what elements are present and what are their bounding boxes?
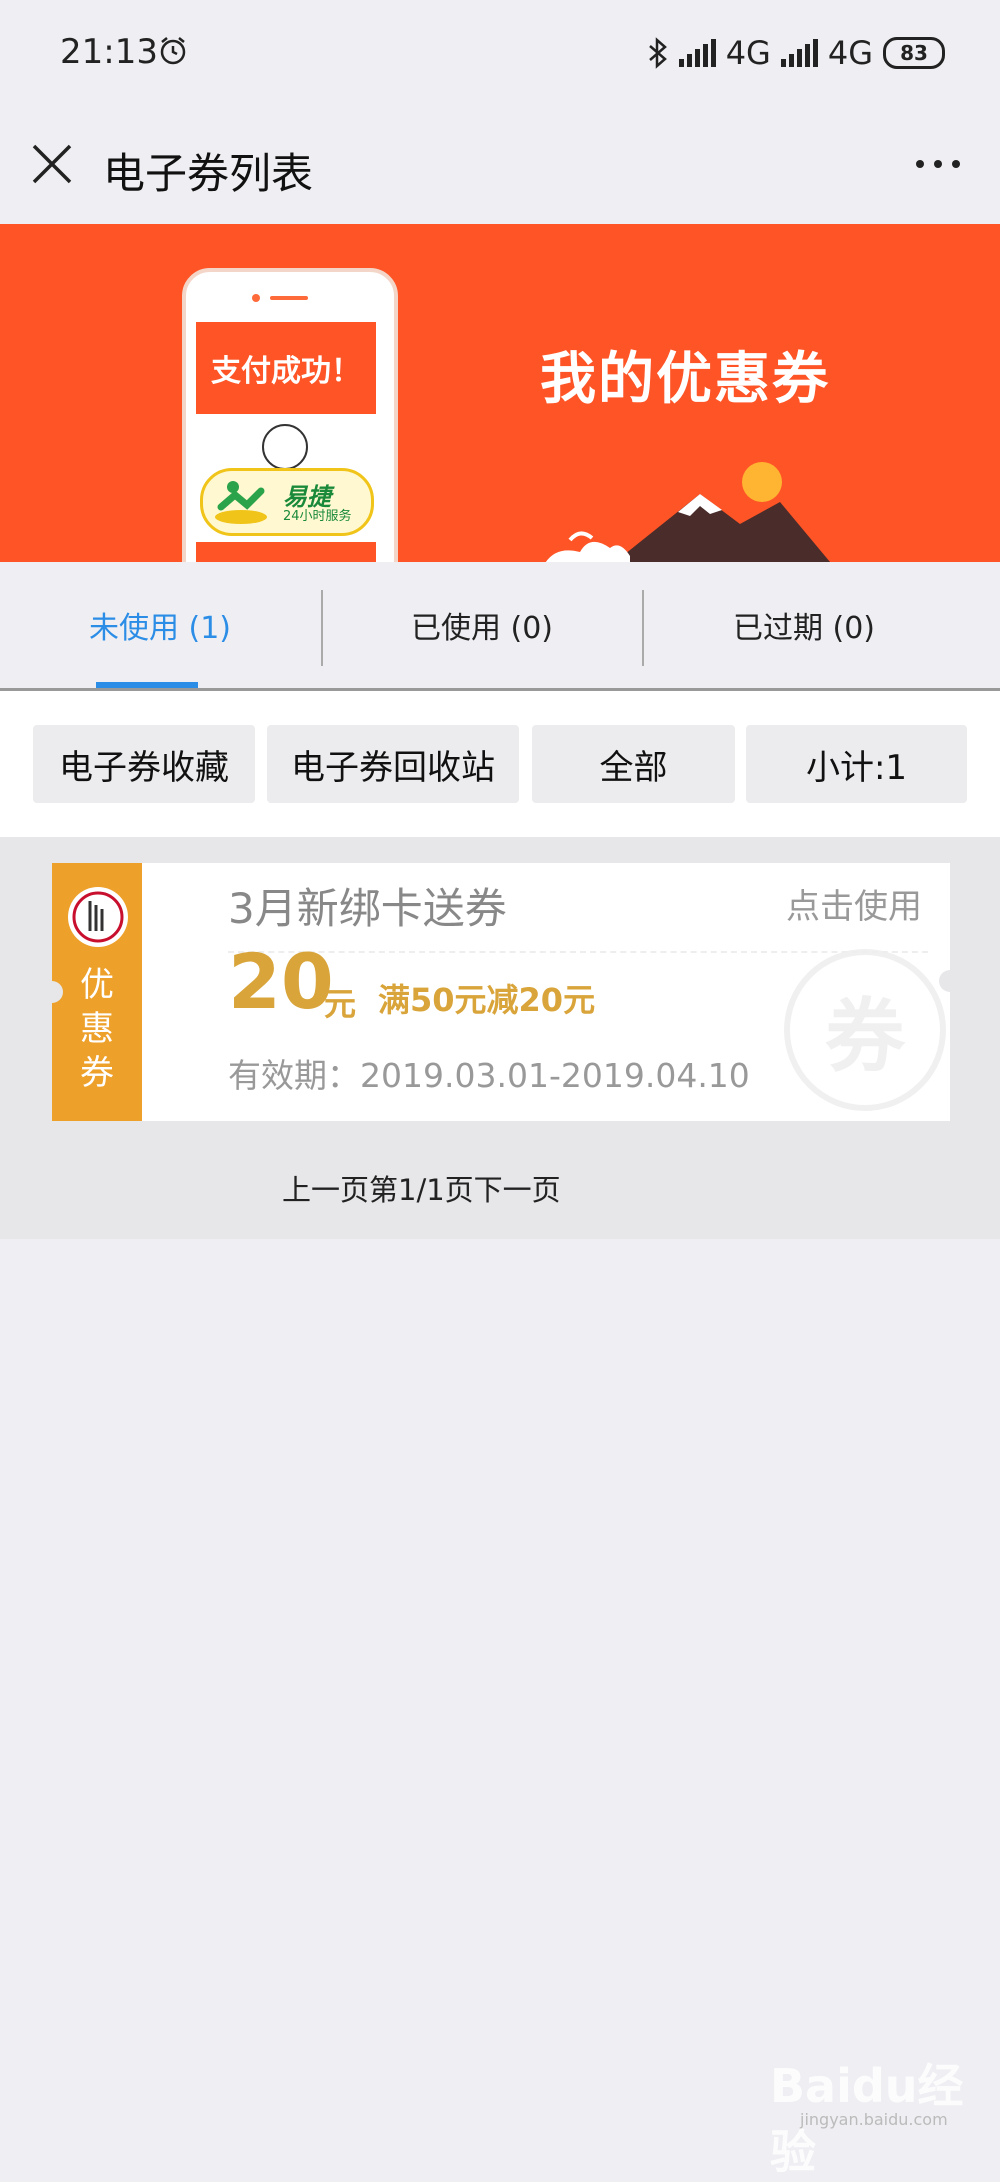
- coupon-title: 3月新绑卡送券: [228, 884, 507, 933]
- status-time: 21:13: [60, 32, 158, 72]
- tab-unused[interactable]: 未使用 (1): [0, 562, 320, 688]
- bluetooth-icon: [648, 37, 667, 69]
- brand-sub: 24小时服务: [283, 509, 352, 524]
- runner-icon: [215, 481, 267, 524]
- close-icon[interactable]: [30, 142, 74, 186]
- page-title: 电子券列表: [103, 149, 314, 198]
- banner-title: 我的优惠券: [540, 347, 830, 412]
- easyjoy-logo: 易捷 24小时服务: [200, 468, 374, 536]
- phone-illustration: 支付成功！ 易捷 24小时服务: [182, 268, 398, 562]
- active-tab-indicator: [96, 682, 198, 688]
- signal-icon-2: [780, 39, 818, 67]
- coupon-tabs: 未使用 (1) 已使用 (0) 已过期 (0): [0, 562, 1000, 691]
- status-bar: 21:13 4G 4G 83: [0, 0, 1000, 110]
- signal-icon: [678, 39, 716, 67]
- more-icon[interactable]: [916, 160, 960, 168]
- coupon-side-label: 优惠券: [80, 965, 114, 1093]
- mountain-illustration: [545, 462, 830, 562]
- coupon-unit: 元: [324, 985, 357, 1023]
- sinopec-logo-icon: [262, 424, 308, 470]
- battery-icon: 83: [883, 37, 945, 69]
- promo-banner: 支付成功！ 易捷 24小时服务 我的优惠券: [0, 224, 1000, 562]
- tab-used[interactable]: 已使用 (0): [322, 562, 642, 688]
- status-right: 4G 4G 83: [647, 34, 945, 72]
- coupon-recycle-button[interactable]: 电子券回收站: [267, 725, 519, 803]
- coupon-rule: 满50元减20元: [378, 981, 596, 1019]
- nav-bar: 电子券列表: [0, 110, 1000, 224]
- coupon-stamp-icon: 券: [784, 949, 946, 1111]
- coupon-card[interactable]: 优惠券 券 3月新绑卡送券 点击使用 20 元 满50元减20元 有效期：201…: [41, 863, 961, 1121]
- tab-expired[interactable]: 已过期 (0): [644, 562, 964, 688]
- pagination[interactable]: 上一页第1/1页下一页: [282, 1167, 561, 1209]
- coupon-notch: [41, 981, 63, 1003]
- network-label-1: 4G: [725, 34, 771, 72]
- all-filter-button[interactable]: 全部: [532, 725, 735, 803]
- filter-bar: 电子券收藏 电子券回收站 全部 小计:1: [0, 691, 1000, 837]
- coupon-amount: 20: [228, 937, 334, 1026]
- network-label-2: 4G: [827, 34, 873, 72]
- subtotal-label: 小计:1: [746, 725, 967, 803]
- pay-success-label: 支付成功！: [196, 322, 376, 414]
- baidu-watermark-url: jingyan.baidu.com: [800, 2110, 948, 2129]
- alarm-icon: [160, 37, 186, 65]
- use-coupon-link[interactable]: 点击使用: [786, 879, 922, 928]
- coupon-favorites-button[interactable]: 电子券收藏: [33, 725, 255, 803]
- coupon-list: 优惠券 券 3月新绑卡送券 点击使用 20 元 满50元减20元 有效期：201…: [0, 837, 1000, 1239]
- sinopec-logo-icon: [68, 887, 128, 947]
- coupon-notch: [939, 970, 961, 992]
- coupon-validity: 有效期：2019.03.01-2019.04.10: [228, 1056, 750, 1095]
- coupon-side: 优惠券: [41, 863, 142, 1121]
- coupon-body: 券 3月新绑卡送券 点击使用 20 元 满50元减20元 有效期：2019.03…: [142, 863, 961, 1121]
